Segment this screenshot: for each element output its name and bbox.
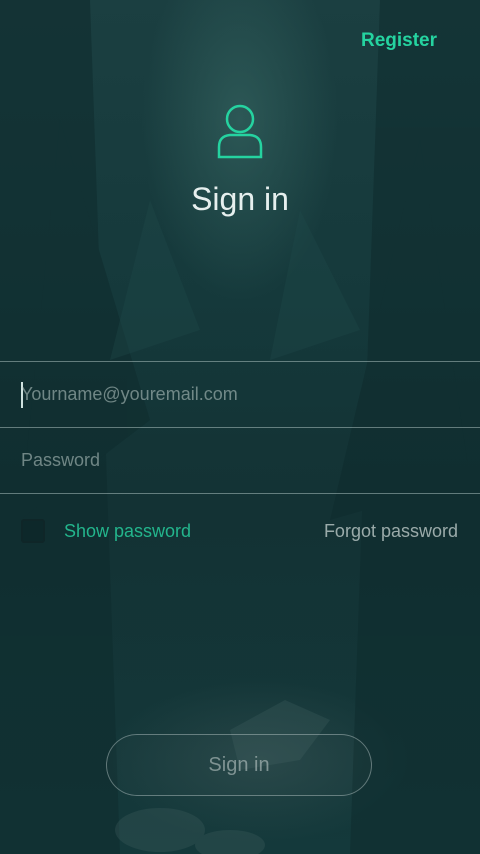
sign-in-button-label: Sign in bbox=[208, 753, 270, 776]
email-field bbox=[0, 361, 480, 426]
user-icon bbox=[217, 104, 263, 159]
password-field bbox=[0, 427, 480, 494]
show-password-label[interactable]: Show password bbox=[64, 521, 191, 542]
email-input[interactable] bbox=[21, 376, 451, 412]
show-password-checkbox[interactable] bbox=[21, 519, 45, 543]
page-title: Sign in bbox=[191, 181, 289, 217]
sign-in-button[interactable]: Sign in bbox=[106, 734, 372, 796]
forgot-password-link[interactable]: Forgot password bbox=[324, 521, 458, 542]
password-input[interactable] bbox=[21, 442, 451, 478]
register-link[interactable]: Register bbox=[361, 30, 437, 52]
